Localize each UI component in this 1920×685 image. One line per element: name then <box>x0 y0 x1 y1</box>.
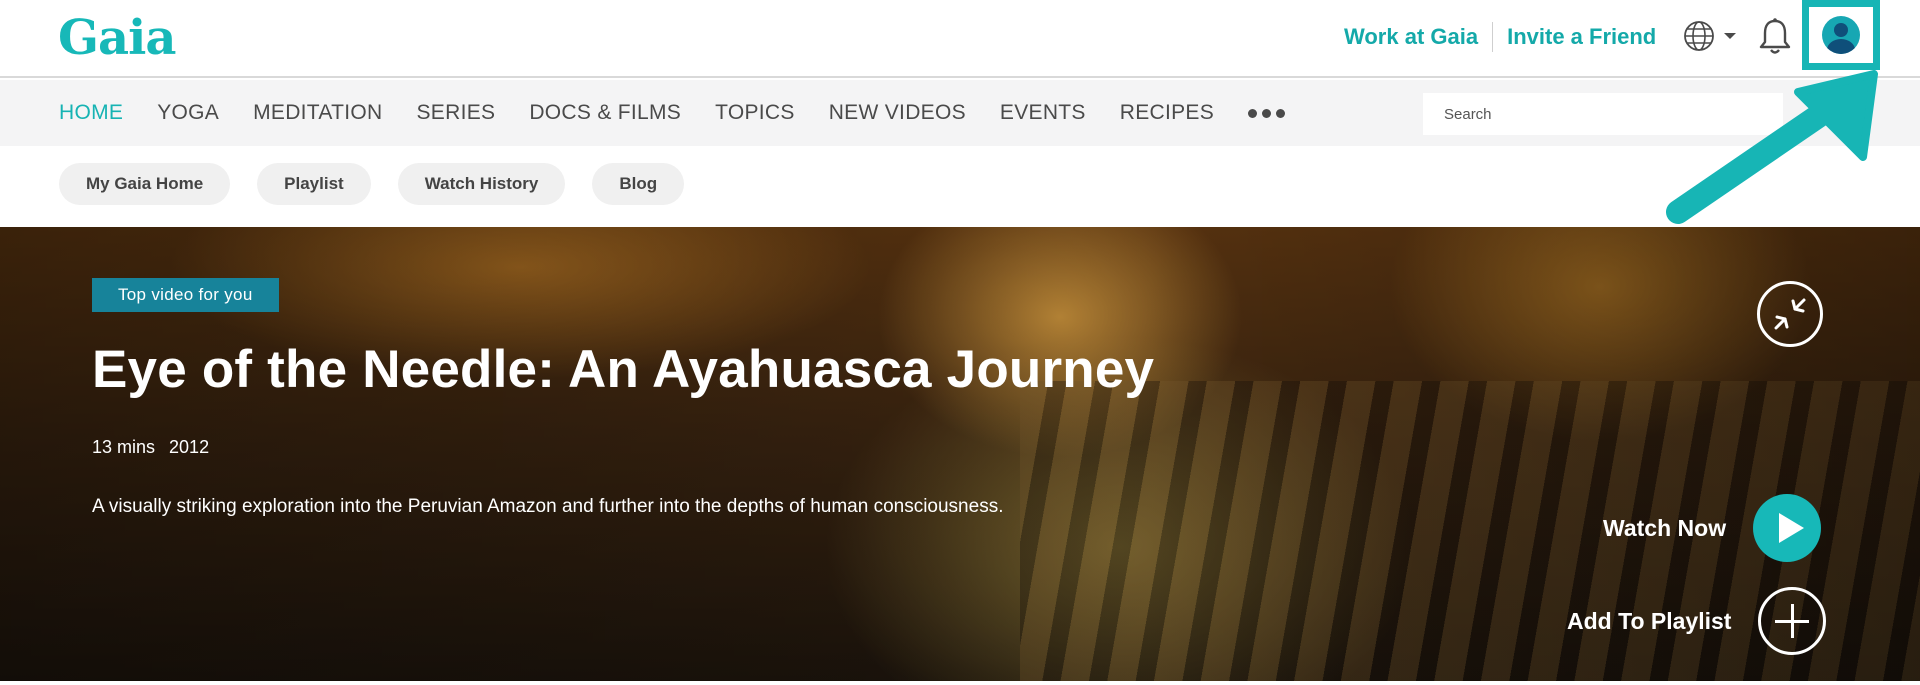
main-nav-items: HOME YOGA MEDITATION SERIES DOCS & FILMS… <box>59 80 1286 146</box>
collapse-arrows-icon <box>1774 298 1806 330</box>
language-selector[interactable] <box>1682 18 1742 54</box>
nav-item-docs-films[interactable]: DOCS & FILMS <box>529 101 681 125</box>
watch-now-label: Watch Now <box>1603 514 1727 541</box>
hero-year: 2012 <box>169 437 210 457</box>
top-video-tag: Top video for you <box>92 278 279 312</box>
add-to-playlist-label: Add To Playlist <box>1567 607 1732 634</box>
main-nav: HOME YOGA MEDITATION SERIES DOCS & FILMS… <box>0 80 1920 146</box>
header-links: Work at Gaia Invite a Friend <box>1344 22 1656 52</box>
pill-playlist[interactable]: Playlist <box>257 163 371 205</box>
nav-item-meditation[interactable]: MEDITATION <box>253 101 382 125</box>
hero-title: Eye of the Needle: An Ayahuasca Journey <box>92 340 1155 399</box>
nav-item-events[interactable]: EVENTS <box>1000 101 1086 125</box>
nav-item-series[interactable]: SERIES <box>416 101 495 125</box>
hero-meta: 13 mins 2012 <box>92 437 209 458</box>
more-dots-icon[interactable] <box>1248 108 1286 118</box>
nav-item-recipes[interactable]: RECIPES <box>1120 101 1214 125</box>
caret-down-icon <box>1724 33 1736 39</box>
user-avatar-icon <box>1822 16 1860 54</box>
top-header: Gaia Work at Gaia Invite a Friend <box>0 0 1920 78</box>
collapse-hero-button[interactable] <box>1757 281 1823 347</box>
header-link-divider <box>1492 22 1494 52</box>
pill-my-gaia-home[interactable]: My Gaia Home <box>59 163 231 205</box>
nav-item-yoga[interactable]: YOGA <box>157 101 219 125</box>
work-at-gaia-link[interactable]: Work at Gaia <box>1344 24 1478 50</box>
pill-watch-history[interactable]: Watch History <box>397 163 566 205</box>
hero-description: A visually striking exploration into the… <box>92 496 1004 517</box>
watch-now-button[interactable]: Watch Now <box>1603 494 1822 562</box>
hero-duration: 13 mins <box>92 437 156 457</box>
user-avatar[interactable] <box>1802 0 1880 70</box>
globe-icon <box>1684 21 1714 51</box>
pill-blog[interactable]: Blog <box>592 163 685 205</box>
add-to-playlist-button[interactable]: Add To Playlist <box>1567 587 1827 655</box>
nav-item-home[interactable]: HOME <box>59 101 123 125</box>
play-icon <box>1753 494 1822 562</box>
sub-nav-pills: My Gaia Home Playlist Watch History Blog <box>59 163 685 205</box>
hero-banner: Top video for you Eye of the Needle: An … <box>0 227 1920 681</box>
sub-nav: My Gaia Home Playlist Watch History Blog <box>0 146 1920 227</box>
plus-icon <box>1758 587 1827 655</box>
invite-friend-link[interactable]: Invite a Friend <box>1507 24 1656 50</box>
nav-item-topics[interactable]: TOPICS <box>715 101 795 125</box>
gaia-logo[interactable]: Gaia <box>58 10 176 66</box>
notifications-button[interactable] <box>1757 16 1793 56</box>
search-input[interactable] <box>1423 93 1783 135</box>
nav-item-new-videos[interactable]: NEW VIDEOS <box>829 101 966 125</box>
bell-icon <box>1759 18 1791 54</box>
